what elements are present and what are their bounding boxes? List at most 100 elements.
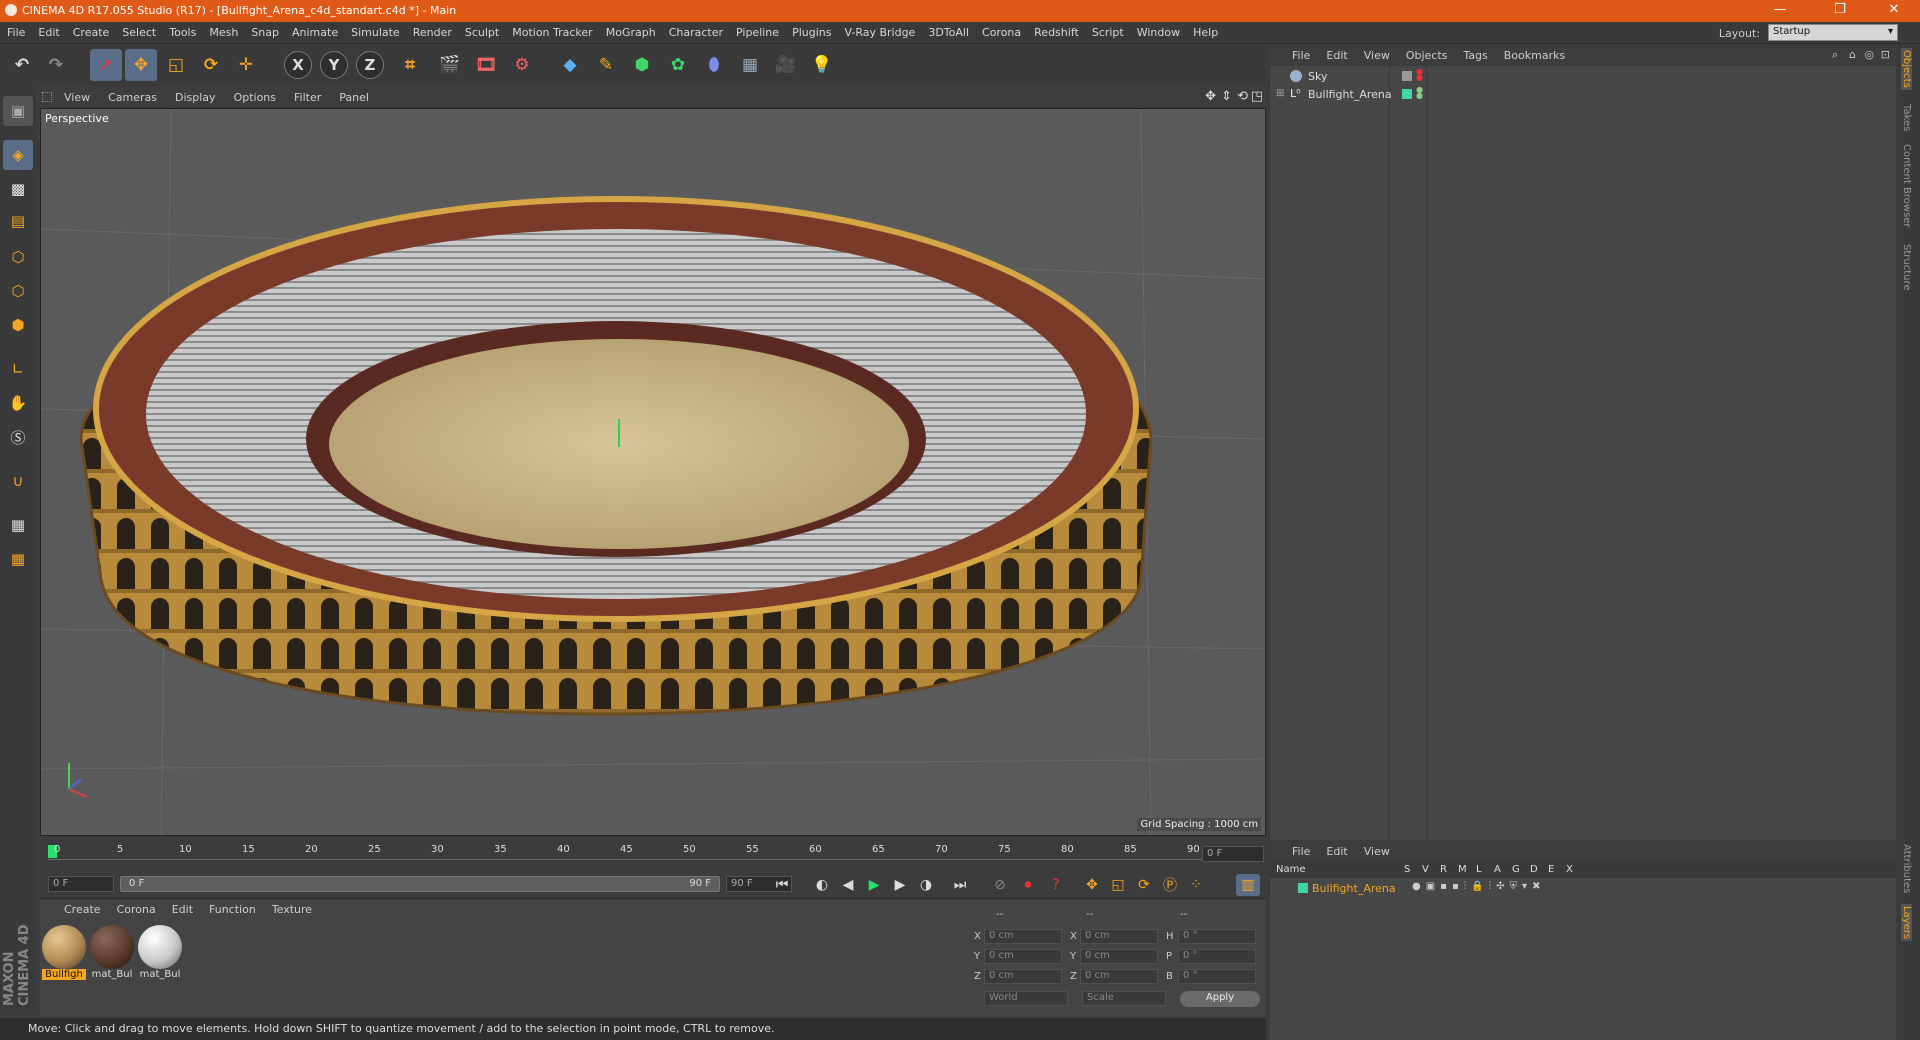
- visibility-dots-icon[interactable]: ● ●: [1416, 68, 1423, 82]
- material-menu-texture[interactable]: Texture: [264, 899, 320, 916]
- viewport-menu-filter[interactable]: Filter: [284, 86, 329, 104]
- filter-icon[interactable]: ◎: [1864, 48, 1874, 61]
- viewport-menu-display[interactable]: Display: [165, 86, 224, 104]
- layer-row[interactable]: Bullfight_Arena ●▣▪▪⫶🔒⫶✣⛨▾✖: [1278, 880, 1888, 898]
- menu-mesh[interactable]: Mesh: [202, 22, 244, 39]
- layer-menu-edit[interactable]: Edit: [1318, 840, 1355, 858]
- viewport-menu-cameras[interactable]: Cameras: [98, 86, 165, 104]
- play-icon[interactable]: ▶: [862, 874, 886, 896]
- viewport-menu-options[interactable]: Options: [224, 86, 284, 104]
- transform-tool-icon[interactable]: ✛: [230, 49, 262, 81]
- tab-layers[interactable]: Layers: [1901, 904, 1912, 942]
- layer-menu-view[interactable]: View: [1356, 840, 1398, 858]
- x-axis-lock-icon[interactable]: X: [284, 51, 312, 79]
- close-button[interactable]: ✕: [1874, 2, 1914, 17]
- size-x-field[interactable]: 0 cm: [1080, 929, 1158, 944]
- y-axis-lock-icon[interactable]: Y: [320, 51, 348, 79]
- rotation-b-field[interactable]: 0 °: [1178, 969, 1256, 984]
- menu-motion-tracker[interactable]: Motion Tracker: [505, 22, 598, 39]
- object-menu-edit[interactable]: Edit: [1318, 44, 1355, 62]
- minimize-button[interactable]: —: [1760, 2, 1800, 17]
- pen-spline-icon[interactable]: ✎: [590, 49, 622, 81]
- menu-corona[interactable]: Corona: [975, 22, 1027, 39]
- deformer-icon[interactable]: ⬮: [698, 49, 730, 81]
- previous-frame-icon[interactable]: ◀: [836, 874, 860, 896]
- redo-icon[interactable]: ↷: [40, 49, 72, 81]
- tweak-mode-icon[interactable]: ✋: [3, 388, 33, 418]
- position-z-field[interactable]: 0 cm: [984, 969, 1062, 984]
- magnet-icon[interactable]: ∪: [3, 466, 33, 496]
- object-menu-view[interactable]: View: [1356, 44, 1398, 62]
- key-position-icon[interactable]: ✥: [1080, 874, 1104, 896]
- tab-structure[interactable]: Structure: [1901, 244, 1912, 291]
- edges-mode-icon[interactable]: ⬡: [3, 276, 33, 306]
- locked-workplane-icon[interactable]: ▦: [3, 510, 33, 540]
- menu-render[interactable]: Render: [406, 22, 458, 39]
- camera-icon[interactable]: 🎥: [770, 49, 802, 81]
- undo-icon[interactable]: ↶: [6, 49, 38, 81]
- move-tool-icon[interactable]: ✥: [125, 49, 157, 81]
- render-picture-viewer-icon[interactable]: 🎞: [470, 49, 502, 81]
- maximize-view-icon[interactable]: ◳: [1251, 89, 1263, 104]
- auto-key-icon[interactable]: ⏺: [1016, 874, 1040, 896]
- menu-create[interactable]: Create: [66, 22, 116, 39]
- menu-file[interactable]: File: [0, 22, 31, 39]
- zoom-view-icon[interactable]: ⇕: [1221, 89, 1232, 104]
- menu-sculpt[interactable]: Sculpt: [458, 22, 505, 39]
- search-icon[interactable]: ⌕: [1832, 48, 1838, 62]
- live-selection-icon[interactable]: ➚: [90, 49, 122, 81]
- restore-button[interactable]: ❐: [1820, 2, 1860, 17]
- size-mode-select[interactable]: Scale: [1082, 991, 1166, 1006]
- z-axis-lock-icon[interactable]: Z: [356, 51, 384, 79]
- tab-objects[interactable]: Objects: [1901, 48, 1912, 90]
- layer-color-icon[interactable]: [1402, 89, 1412, 99]
- size-z-field[interactable]: 0 cm: [1080, 969, 1158, 984]
- layer-color-icon[interactable]: [1298, 883, 1308, 893]
- menu-redshift[interactable]: Redshift: [1027, 22, 1085, 39]
- menu-mograph[interactable]: MoGraph: [599, 22, 662, 39]
- render-view-icon[interactable]: 🎬: [434, 49, 466, 81]
- visibility-dots-icon[interactable]: ● ●: [1416, 86, 1423, 100]
- menu-help[interactable]: Help: [1186, 22, 1224, 39]
- previous-key-icon[interactable]: ◐: [810, 874, 834, 896]
- key-rotation-icon[interactable]: ⟳: [1132, 874, 1156, 896]
- size-y-field[interactable]: 0 cm: [1080, 949, 1158, 964]
- menu-plugins[interactable]: Plugins: [785, 22, 837, 39]
- material-swatch[interactable]: Bullfigh: [42, 925, 86, 981]
- menu-snap[interactable]: Snap: [244, 22, 285, 39]
- rotation-h-field[interactable]: 0 °: [1178, 929, 1256, 944]
- start-frame-field[interactable]: 0 F: [48, 876, 114, 892]
- object-row-bullfight-arena[interactable]: ⊞ L⁰ Bullfight_Arena ● ●: [1276, 86, 1888, 104]
- viewport-menu-panel[interactable]: Panel: [329, 86, 377, 104]
- menu-character[interactable]: Character: [662, 22, 729, 39]
- snap-icon[interactable]: Ⓢ: [3, 422, 33, 452]
- material-swatch[interactable]: mat_Bul: [138, 925, 182, 981]
- menu-select[interactable]: Select: [115, 22, 162, 39]
- viewport-menu-view[interactable]: View: [54, 86, 98, 104]
- key-pla-icon[interactable]: ⁘: [1184, 874, 1208, 896]
- menu-animate[interactable]: Animate: [285, 22, 344, 39]
- go-to-end-icon[interactable]: ⏭: [948, 874, 972, 896]
- planar-workplane-icon[interactable]: ▦: [3, 544, 33, 574]
- texture-mode-icon[interactable]: ▩: [3, 174, 33, 204]
- keyframe-selection-icon[interactable]: ?: [1044, 874, 1068, 896]
- perspective-viewport[interactable]: Perspective Grid Spacing : 1000 cm: [40, 108, 1266, 836]
- workplane-icon[interactable]: ▤: [3, 206, 33, 236]
- timeline-window-icon[interactable]: ▥: [1236, 874, 1260, 896]
- object-menu-objects[interactable]: Objects: [1398, 44, 1456, 62]
- menu-tools[interactable]: Tools: [162, 22, 202, 39]
- rotation-p-field[interactable]: 0 °: [1178, 949, 1256, 964]
- tab-takes[interactable]: Takes: [1901, 104, 1912, 131]
- coordinate-system-icon[interactable]: ⌗: [394, 49, 426, 81]
- object-row-sky[interactable]: Sky ● ●: [1278, 68, 1888, 86]
- material-menu-create[interactable]: Create: [56, 899, 109, 916]
- menu-script[interactable]: Script: [1085, 22, 1130, 39]
- axis-mode-icon[interactable]: ∟: [3, 354, 33, 384]
- object-menu-file[interactable]: File: [1284, 44, 1318, 62]
- timeline[interactable]: 0 5 10 15 20 25 30 35 40 45 50 55 60 65 …: [40, 840, 1266, 876]
- preview-range-slider[interactable]: 0 F 90 F: [120, 876, 720, 892]
- menu-3dtoall[interactable]: 3DToAll: [921, 22, 975, 39]
- position-y-field[interactable]: 0 cm: [984, 949, 1062, 964]
- expand-icon[interactable]: ⊞: [1276, 88, 1284, 99]
- next-frame-icon[interactable]: ▶: [888, 874, 912, 896]
